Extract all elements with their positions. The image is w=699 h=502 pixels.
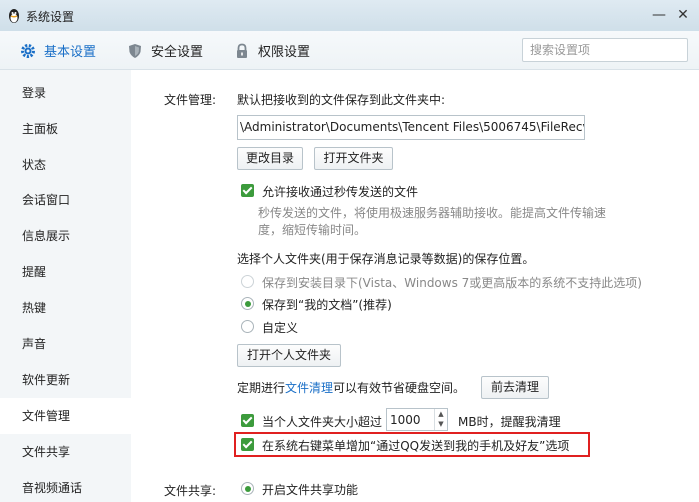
sidebar-item-sound[interactable]: 声音 <box>0 326 131 362</box>
cleanup-hint-prefix: 定期进行 <box>237 381 286 395</box>
stepper-down-icon[interactable]: ▼ <box>435 419 447 429</box>
sidebar-item-software-update[interactable]: 软件更新 <box>0 362 131 398</box>
sidebar-item-hotkeys[interactable]: 热键 <box>0 290 131 326</box>
enable-file-sharing-radio[interactable] <box>241 482 254 495</box>
download-path-field[interactable]: \Administrator\Documents\Tencent Files\5… <box>237 115 585 140</box>
cleanup-hint: 定期进行文件清理可以有效节省硬盘空间。 <box>237 379 465 396</box>
sidebar-item-reminders[interactable]: 提醒 <box>0 254 131 290</box>
search-input[interactable] <box>523 39 687 61</box>
sidebar-item-file-management[interactable]: 文件管理 <box>0 398 131 434</box>
stepper-up-icon[interactable]: ▲ <box>435 409 447 419</box>
size-limit-stepper[interactable]: 1000 ▲ ▼ <box>386 408 448 431</box>
allow-fast-transfer-checkbox[interactable] <box>241 184 254 197</box>
custom-location-radio[interactable] <box>241 320 254 333</box>
fast-transfer-description-cont: 度，缩短传输时间。 <box>258 223 367 237</box>
qq-penguin-icon <box>9 9 19 23</box>
size-limit-value: 1000 <box>390 413 421 427</box>
minimize-button[interactable]: — <box>650 6 668 24</box>
sidebar-item-info-display[interactable]: 信息展示 <box>0 218 131 254</box>
tab-basic-settings[interactable]: 基本设置 <box>20 31 96 70</box>
open-personal-folder-button[interactable]: 打开个人文件夹 <box>237 344 341 367</box>
stepper-arrows[interactable]: ▲ ▼ <box>434 409 447 430</box>
tab-permission-settings[interactable]: 权限设置 <box>234 31 310 70</box>
fast-transfer-description: 秒传发送的文件，将使用极速服务器辅助接收。能提高文件传输速 <box>258 206 607 220</box>
sidebar-item-status[interactable]: 状态 <box>0 147 131 183</box>
settings-search[interactable] <box>522 38 688 62</box>
title-bar: 系统设置 — ✕ <box>0 0 699 31</box>
file-cleanup-link[interactable]: 文件清理 <box>285 381 333 395</box>
sidebar-item-main-panel[interactable]: 主面板 <box>0 111 131 147</box>
lock-icon <box>237 43 247 58</box>
save-my-documents-radio[interactable] <box>241 297 254 310</box>
size-alert-checkbox[interactable] <box>241 414 254 427</box>
settings-sidebar: 登录 主面板 状态 会话窗口 信息展示 提醒 热键 声音 软件更新 文件管理 文… <box>0 70 131 502</box>
tab-label: 基本设置 <box>44 45 97 60</box>
tab-label: 安全设置 <box>151 45 204 60</box>
go-cleanup-button[interactable]: 前去清理 <box>481 376 549 399</box>
save-install-dir-label: 保存到安装目录下(Vista、Windows 7或更高版本的系统不支持此选项) <box>262 276 642 290</box>
window-title: 系统设置 <box>26 10 75 24</box>
save-my-documents-label: 保存到“我的文档”(推荐) <box>262 298 392 312</box>
close-button[interactable]: ✕ <box>674 6 692 24</box>
save-location-description: 默认把接收到的文件保存到此文件夹中: <box>237 93 446 107</box>
gear-icon <box>21 43 35 58</box>
allow-fast-transfer-label: 允许接收通过秒传发送的文件 <box>262 185 419 199</box>
size-alert-label: 当个人文件夹大小超过 <box>262 415 383 429</box>
file-management-section-label: 文件管理: <box>164 93 217 107</box>
personal-folder-title: 选择个人文件夹(用于保存消息记录等数据)的保存位置。 <box>237 252 535 266</box>
open-folder-button[interactable]: 打开文件夹 <box>314 147 393 170</box>
sidebar-item-chat-window[interactable]: 会话窗口 <box>0 182 131 218</box>
change-directory-button[interactable]: 更改目录 <box>237 147 303 170</box>
cleanup-hint-suffix: 可以有效节省硬盘空间。 <box>333 381 466 395</box>
size-alert-suffix: MB时，提醒我清理 <box>458 415 561 429</box>
sidebar-item-file-sharing[interactable]: 文件共享 <box>0 434 131 470</box>
file-sharing-section-label: 文件共享: <box>164 484 217 498</box>
tab-label: 权限设置 <box>258 45 311 60</box>
shield-icon <box>129 43 141 58</box>
custom-location-label: 自定义 <box>262 321 299 335</box>
context-menu-label: 在系统右键菜单增加“通过QQ发送到我的手机及好友”选项 <box>262 439 570 453</box>
sidebar-item-av-calls[interactable]: 音视频通话 <box>0 470 131 502</box>
save-install-dir-radio[interactable] <box>241 275 254 288</box>
tab-security-settings[interactable]: 安全设置 <box>127 31 203 70</box>
context-menu-checkbox[interactable] <box>241 438 254 451</box>
enable-file-sharing-label: 开启文件共享功能 <box>262 483 359 497</box>
sidebar-item-login[interactable]: 登录 <box>0 75 131 111</box>
